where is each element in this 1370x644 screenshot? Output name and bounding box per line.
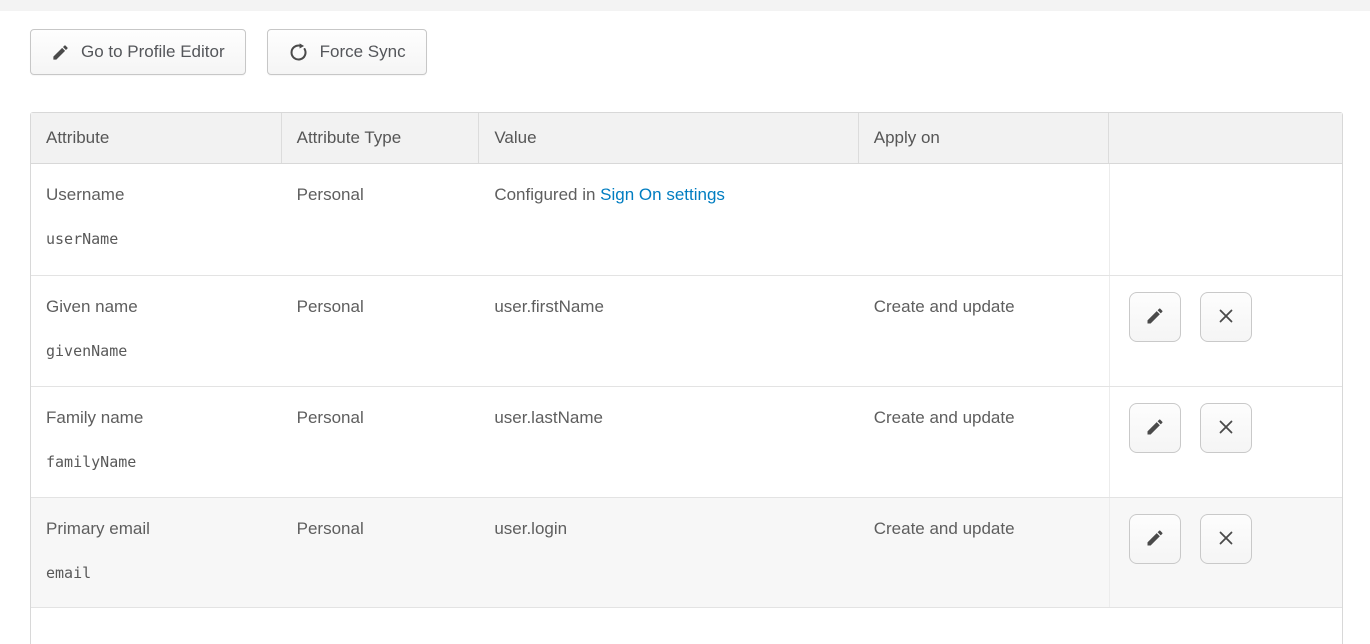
edit-attribute-button[interactable] <box>1129 403 1181 453</box>
apply-on-cell: Create and update <box>859 387 1110 497</box>
attribute-cell: Primary email email <box>31 498 282 607</box>
column-header-value: Value <box>479 113 858 163</box>
top-divider-strip <box>0 0 1370 11</box>
attribute-type-cell: Personal <box>282 387 480 497</box>
force-sync-button[interactable]: Force Sync <box>267 29 427 75</box>
table-row-partial <box>31 608 1342 644</box>
value-cell: user.lastName <box>479 387 858 497</box>
refresh-icon <box>288 42 309 63</box>
attribute-variable-name: givenName <box>46 340 272 363</box>
delete-attribute-button[interactable] <box>1200 403 1252 453</box>
table-header-row: Attribute Attribute Type Value Apply on <box>31 113 1342 164</box>
close-icon <box>1216 306 1236 329</box>
pencil-icon <box>1145 417 1165 440</box>
force-sync-label: Force Sync <box>320 42 406 62</box>
delete-attribute-button[interactable] <box>1200 292 1252 342</box>
table-row-username: Username userName Personal Configured in… <box>31 164 1342 276</box>
attribute-cell: Username userName <box>31 164 282 275</box>
pencil-icon <box>1145 306 1165 329</box>
apply-on-cell <box>859 164 1110 275</box>
close-icon <box>1216 528 1236 551</box>
attribute-mappings-table: Attribute Attribute Type Value Apply on … <box>30 112 1343 644</box>
attribute-cell: Given name givenName <box>31 276 282 386</box>
value-prefix-text: Configured in <box>494 185 600 204</box>
actions-cell-empty <box>1109 164 1342 275</box>
delete-attribute-button[interactable] <box>1200 514 1252 564</box>
attribute-label: Family name <box>46 406 272 429</box>
actions-cell <box>1109 276 1342 386</box>
attribute-label: Username <box>46 183 272 206</box>
attribute-label: Primary email <box>46 517 272 540</box>
attribute-type-cell: Personal <box>282 498 480 607</box>
apply-on-cell: Create and update <box>859 276 1110 386</box>
edit-attribute-button[interactable] <box>1129 292 1181 342</box>
actions-cell <box>1109 498 1342 607</box>
sign-on-settings-link[interactable]: Sign On settings <box>600 185 725 204</box>
value-cell: user.login <box>479 498 858 607</box>
attribute-variable-name: userName <box>46 228 272 251</box>
go-to-profile-editor-label: Go to Profile Editor <box>81 42 225 62</box>
attribute-variable-name: familyName <box>46 451 272 474</box>
pencil-icon <box>51 43 70 62</box>
column-header-apply-on: Apply on <box>859 113 1110 163</box>
edit-attribute-button[interactable] <box>1129 514 1181 564</box>
value-cell: user.firstName <box>479 276 858 386</box>
column-header-attribute-type: Attribute Type <box>282 113 480 163</box>
actions-cell <box>1109 387 1342 497</box>
apply-on-cell: Create and update <box>859 498 1110 607</box>
attribute-cell: Family name familyName <box>31 387 282 497</box>
column-header-actions <box>1109 113 1342 163</box>
table-row-family-name: Family name familyName Personal user.las… <box>31 387 1342 498</box>
column-header-attribute: Attribute <box>31 113 282 163</box>
table-row-primary-email: Primary email email Personal user.login … <box>31 498 1342 608</box>
attribute-type-cell: Personal <box>282 276 480 386</box>
pencil-icon <box>1145 528 1165 551</box>
table-row-given-name: Given name givenName Personal user.first… <box>31 276 1342 387</box>
attribute-variable-name: email <box>46 562 272 585</box>
toolbar: Go to Profile Editor Force Sync <box>30 29 1370 75</box>
attribute-label: Given name <box>46 295 272 318</box>
attribute-type-cell: Personal <box>282 164 480 275</box>
go-to-profile-editor-button[interactable]: Go to Profile Editor <box>30 29 246 75</box>
close-icon <box>1216 417 1236 440</box>
value-cell: Configured in Sign On settings <box>479 164 858 275</box>
